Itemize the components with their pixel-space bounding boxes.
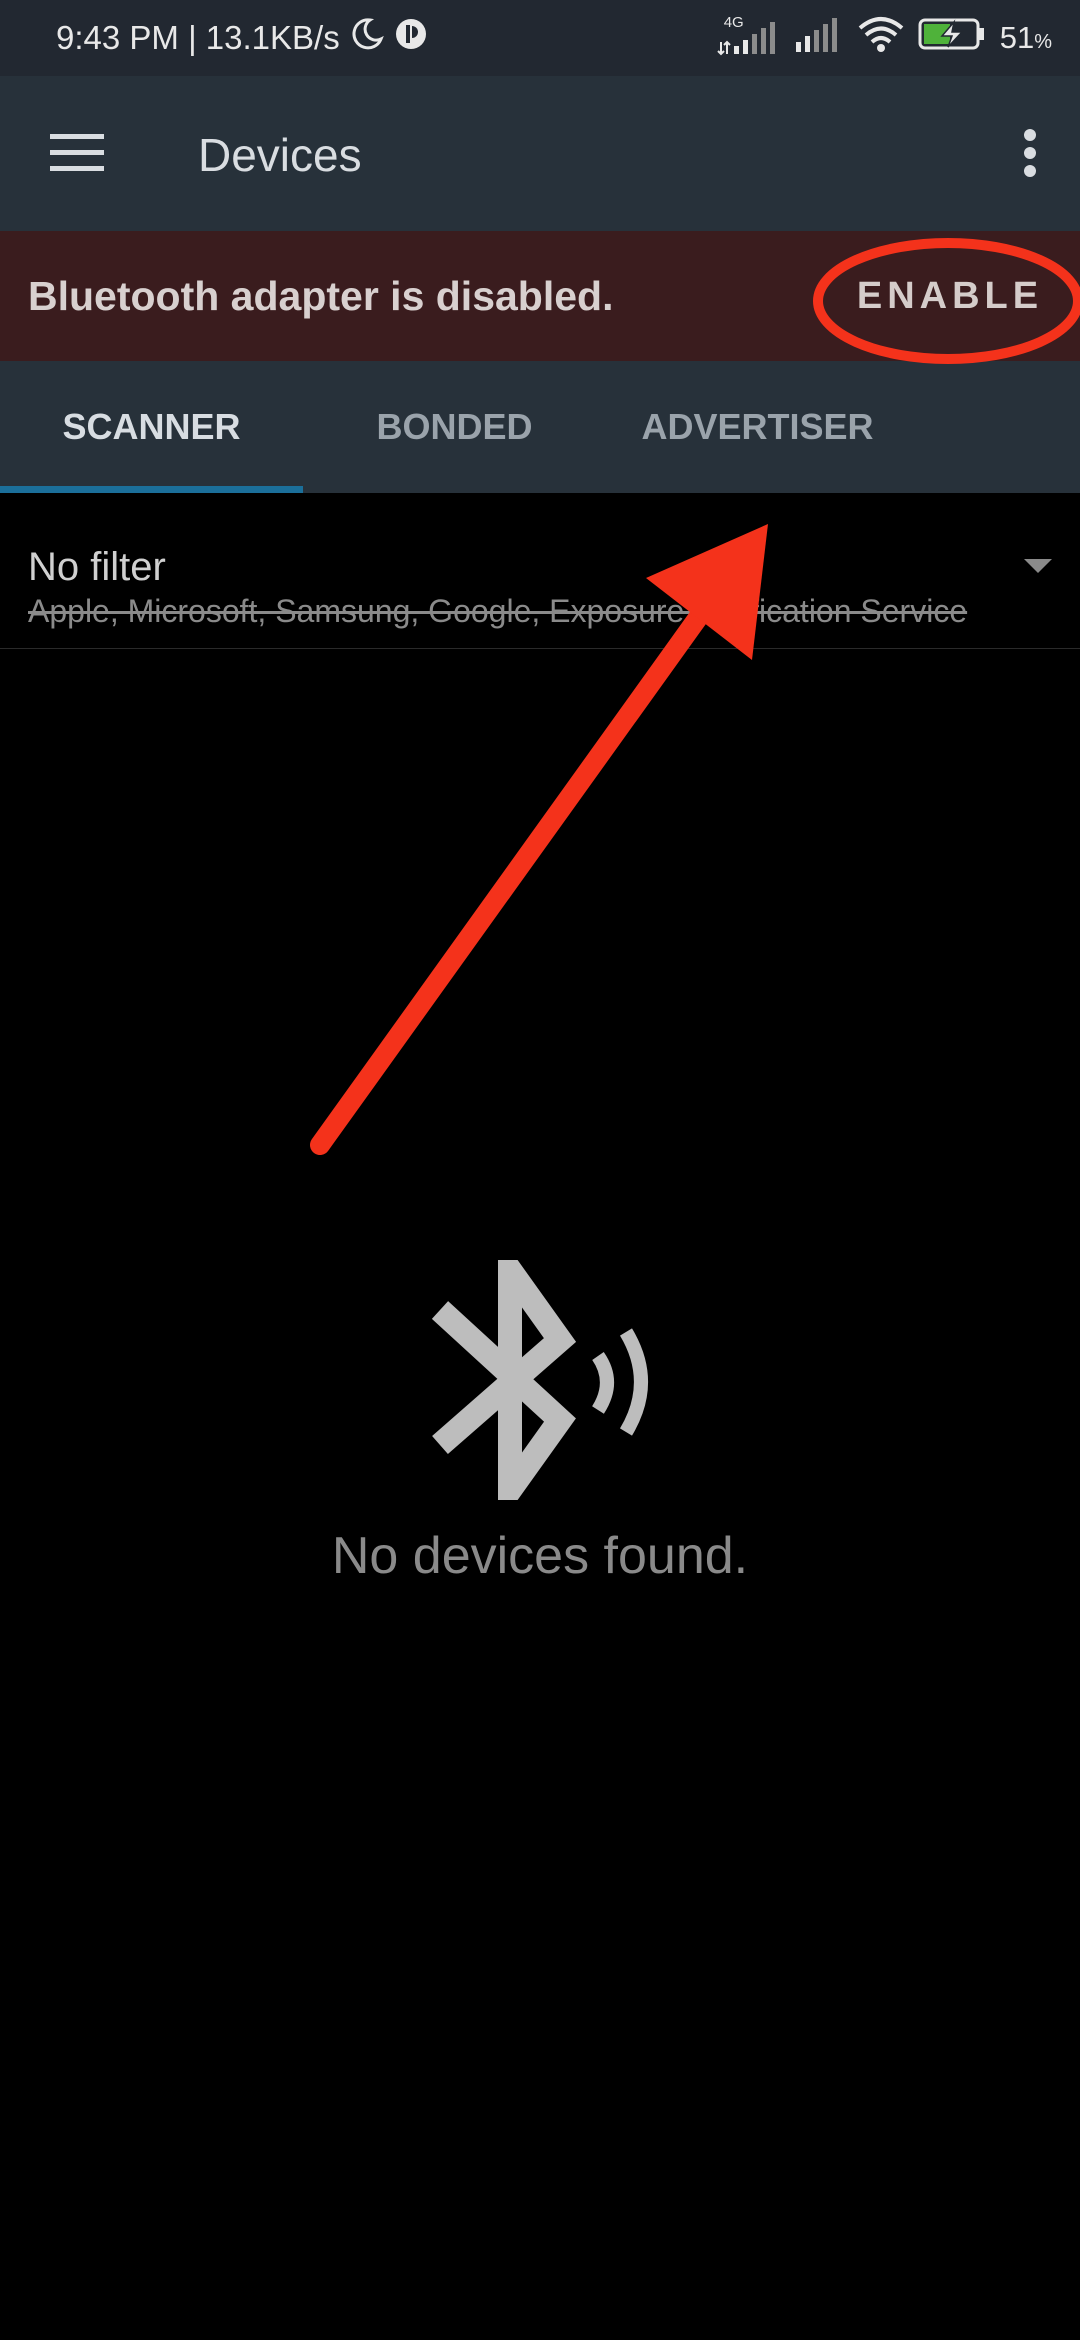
filter-dropdown[interactable]: No filter Apple, Microsoft, Samsung, Goo… xyxy=(0,493,1080,649)
tab-bonded[interactable]: BONDED xyxy=(303,361,606,493)
battery-value: 51 xyxy=(999,20,1035,55)
battery-unit: % xyxy=(1034,31,1052,53)
dropdown-arrow-icon xyxy=(1024,559,1052,580)
app-notification-icon xyxy=(394,17,428,59)
tab-indicator xyxy=(0,486,303,493)
filter-subtitle: Apple, Microsoft, Samsung, Google, Expos… xyxy=(28,593,968,629)
empty-state-message: No devices found. xyxy=(331,1527,749,1585)
battery-charging-icon xyxy=(918,16,988,60)
signal-icon xyxy=(794,14,844,62)
app-bar: Devices xyxy=(0,76,1080,231)
battery-percent: 51% xyxy=(1000,20,1052,56)
more-vert-icon[interactable] xyxy=(1022,128,1038,178)
status-bar: 9:43 PM | 13.1KB/s 4G 51% xyxy=(0,0,1080,76)
signal-4g-icon: 4G xyxy=(716,14,782,60)
annotation-ellipse xyxy=(813,238,1080,364)
bluetooth-searching-icon xyxy=(430,1232,650,1528)
tab-scanner[interactable]: SCANNER xyxy=(0,361,303,493)
tab-bar: SCANNER BONDED ADVERTISER xyxy=(0,361,1080,493)
time-and-speed: 9:43 PM | 13.1KB/s xyxy=(56,19,340,56)
filter-title: No filter xyxy=(28,545,166,589)
menu-icon[interactable] xyxy=(50,132,104,174)
tab-advertiser[interactable]: ADVERTISER xyxy=(606,361,909,493)
status-bar-left: 9:43 PM | 13.1KB/s xyxy=(56,0,428,76)
banner-message: Bluetooth adapter is disabled. xyxy=(28,273,614,319)
page-title: Devices xyxy=(198,129,362,181)
wifi-icon xyxy=(856,14,906,62)
moon-icon xyxy=(350,17,384,59)
status-bar-right: 4G 51% xyxy=(716,0,1052,76)
